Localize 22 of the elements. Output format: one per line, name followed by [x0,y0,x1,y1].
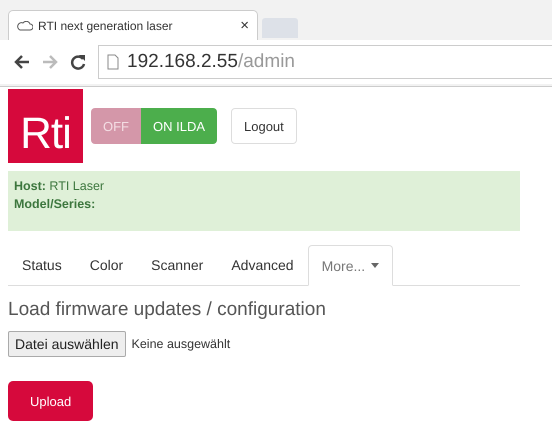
upload-button[interactable]: Upload [8,381,94,421]
reload-icon[interactable] [70,54,86,70]
nav-tab[interactable]: Status [8,245,76,285]
nav-tab[interactable]: Scanner [137,245,218,285]
logo: Rti [8,89,83,163]
url-text: 192.168.2.55/admin [127,51,295,73]
nav-tab[interactable]: Color [76,245,138,285]
close-icon[interactable]: × [240,17,249,34]
info-line: Host: RTI Laser [14,179,106,193]
back-arrow-icon[interactable] [14,55,30,69]
info-line: Model/Series: [14,197,96,211]
cloud-icon [17,20,33,30]
section-heading: Load firmware updates / configuration [8,299,327,321]
logout-button[interactable]: Logout [231,108,297,144]
page-icon [107,54,119,70]
browser-tab[interactable]: RTI next generation laser × [8,10,258,40]
tab-title: RTI next generation laser [38,18,174,32]
address-bar[interactable]: 192.168.2.55/admin [98,45,552,79]
nav-tab[interactable]: More... [308,245,394,286]
nav-tab[interactable]: Advanced [217,245,308,285]
choose-file-button[interactable]: Datei auswählen [8,331,126,357]
file-status: Keine ausgewählt [132,337,230,351]
